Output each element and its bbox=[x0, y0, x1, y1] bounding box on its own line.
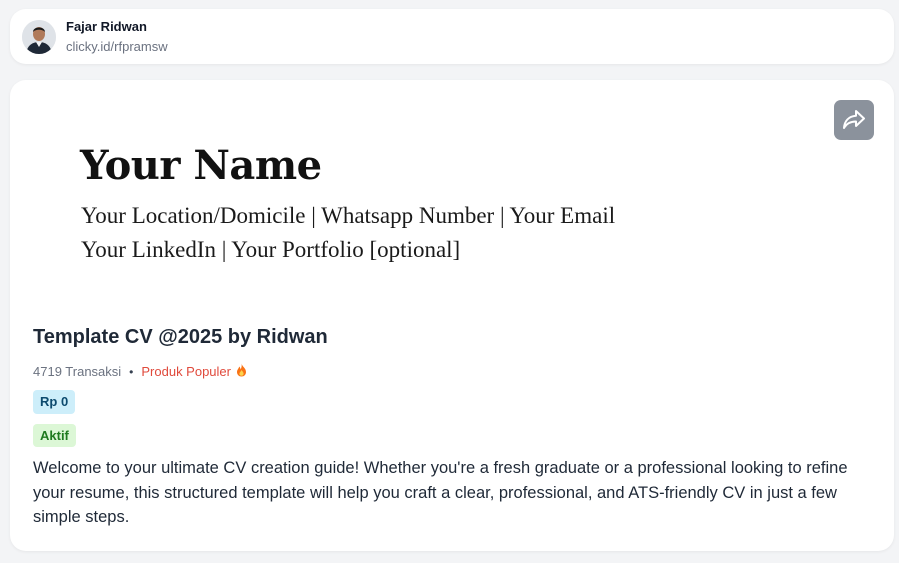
transaction-count: 4719 Transaksi bbox=[33, 364, 122, 379]
share-icon bbox=[843, 110, 865, 129]
cv-preview-contact-line: Your Location/Domicile | Whatsapp Number… bbox=[81, 203, 616, 228]
product-preview-image: Your Name Your Location/Domicile | Whats… bbox=[10, 80, 830, 310]
avatar bbox=[22, 20, 56, 54]
product-meta: 4719 Transaksi • Produk Populer bbox=[33, 363, 247, 380]
cv-preview-links-line: Your LinkedIn | Your Portfolio [optional… bbox=[81, 237, 461, 262]
status-badge: Aktif bbox=[33, 424, 76, 447]
profile-card[interactable]: Fajar Ridwan clicky.id/rfpramsw bbox=[10, 9, 894, 64]
fire-icon bbox=[236, 363, 247, 380]
cv-preview-name: Your Name bbox=[80, 142, 322, 189]
price-badge: Rp 0 bbox=[33, 390, 76, 414]
profile-link[interactable]: clicky.id/rfpramsw bbox=[66, 39, 168, 54]
product-title: Template CV @2025 by Ridwan bbox=[33, 326, 328, 348]
person-avatar-icon bbox=[22, 20, 56, 54]
product-card: Your Name Your Location/Domicile | Whats… bbox=[10, 80, 894, 551]
popular-label: Produk Populer bbox=[141, 364, 231, 379]
profile-name: Fajar Ridwan bbox=[66, 19, 147, 34]
meta-separator: • bbox=[129, 364, 134, 379]
share-button[interactable] bbox=[834, 100, 874, 140]
product-description: Welcome to your ultimate CV creation gui… bbox=[33, 459, 848, 526]
